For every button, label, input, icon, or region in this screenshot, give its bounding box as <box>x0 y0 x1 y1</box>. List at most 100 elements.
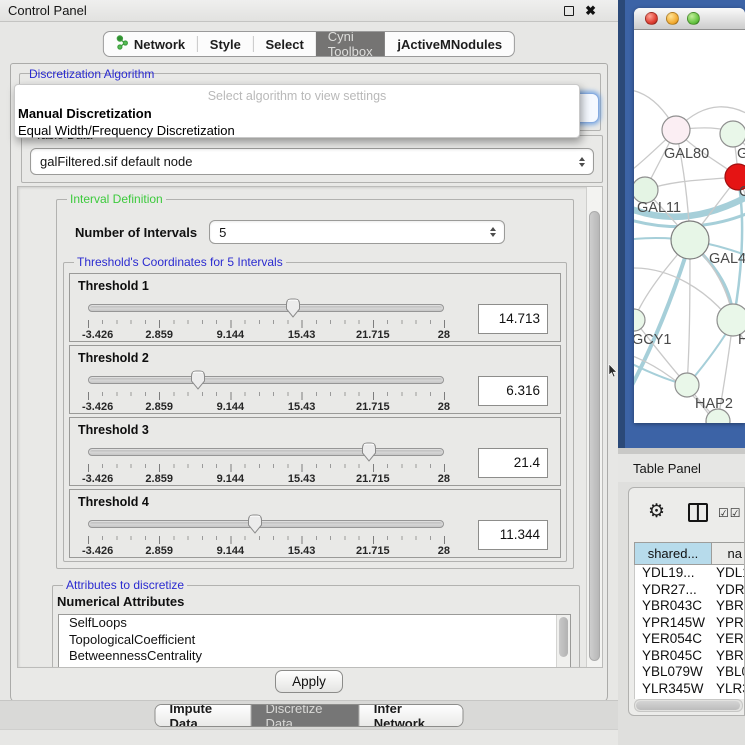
algorithm-dropdown-popup: Select algorithm to view settings Manual… <box>14 84 580 138</box>
table-row[interactable]: YPR145WYPR1 <box>635 615 744 632</box>
threshold-slider[interactable]: -3.4262.8599.14415.4321.71528 <box>88 442 444 484</box>
cell-name: YDL1 <box>712 565 744 582</box>
panel-vertical-scrollbar[interactable] <box>586 187 602 667</box>
cell-shared-name: YBR043C <box>635 598 712 615</box>
table-row[interactable]: YBR043CYBR0 <box>635 598 744 615</box>
close-traffic-light-icon[interactable] <box>645 12 658 25</box>
column-header-name[interactable]: na <box>712 543 744 564</box>
select-columns-icon[interactable]: ☑☑ <box>718 506 742 520</box>
close-icon[interactable]: ✖ <box>585 6 596 16</box>
threshold-value-field[interactable]: 11.344 <box>478 520 548 550</box>
attributes-group-label: Attributes to discretize <box>63 578 187 592</box>
node-label: H <box>738 332 745 348</box>
table-row[interactable]: YBR045CYBR0 <box>635 648 744 665</box>
list-scrollbar[interactable] <box>556 615 570 667</box>
threshold-value-field[interactable]: 6.316 <box>478 376 548 406</box>
slider-scale-label: -3.426 <box>82 401 113 413</box>
tab-label: Select <box>265 37 303 52</box>
cell-shared-name: YPR145W <box>635 615 712 632</box>
dropdown-option-equal-width[interactable]: Equal Width/Frequency Discretization <box>15 121 579 138</box>
columns-icon[interactable] <box>688 503 708 522</box>
slider-track[interactable] <box>88 304 444 312</box>
column-header-shared-name[interactable]: shared... <box>635 543 712 564</box>
node-top-right[interactable] <box>720 121 745 147</box>
tab-jactivemnodules[interactable]: jActiveMNodules <box>385 32 514 56</box>
dropdown-option-manual[interactable]: Manual Discretization <box>15 103 579 121</box>
interval-definition-group: Interval Definition Number of Intervals … <box>56 199 574 569</box>
tab-style[interactable]: Style <box>198 32 253 56</box>
combo-arrows-icon <box>579 157 585 167</box>
cell-name: YBR0 <box>712 598 744 615</box>
slider-handle[interactable] <box>361 442 377 462</box>
slider-scale-label: 2.859 <box>145 329 173 341</box>
attributes-group: Attributes to discretize Numerical Attri… <box>52 585 580 668</box>
slider-scale-label: 28 <box>438 329 450 341</box>
bottom-tab-discretize-data[interactable]: Discretize Data <box>250 705 358 726</box>
number-of-intervals-combobox[interactable]: 5 <box>209 220 505 244</box>
cell-shared-name: YDR27... <box>635 582 712 599</box>
gear-icon[interactable]: ⚙ <box>648 500 665 523</box>
slider-track[interactable] <box>88 376 444 384</box>
slider-scale-label: 9.144 <box>217 545 245 557</box>
attribute-item[interactable]: SelfLoops <box>59 615 570 632</box>
numerical-attributes-list[interactable]: SelfLoopsTopologicalCoefficientBetweenne… <box>58 614 571 668</box>
attribute-item[interactable]: TopologicalCoefficient <box>59 632 570 649</box>
slider-scale-label: 28 <box>438 545 450 557</box>
network-window-titlebar <box>634 8 745 30</box>
settings-scroll-panel: Interval Definition Number of Intervals … <box>17 186 603 668</box>
slider-track[interactable] <box>88 520 444 528</box>
table-row[interactable]: YLR345WYLR3 <box>635 681 744 698</box>
tab-network[interactable]: Network <box>104 32 197 56</box>
table-data-combobox[interactable]: galFiltered.sif default node <box>30 148 594 175</box>
threshold-slider[interactable]: -3.4262.8599.14415.4321.71528 <box>88 298 444 340</box>
zoom-traffic-light-icon[interactable] <box>687 12 700 25</box>
node-gcy1[interactable] <box>634 309 645 331</box>
cell-shared-name: YDL19... <box>635 565 712 582</box>
cell-name: YDR2 <box>712 582 744 599</box>
bottom-tab-infer-network[interactable]: Infer Network <box>359 705 463 726</box>
node-gal80[interactable] <box>662 116 690 144</box>
table-row[interactable]: YER054CYER0 <box>635 631 744 648</box>
control-panel-titlebar: Control Panel ✖ <box>0 0 618 22</box>
slider-scale-label: 9.144 <box>217 401 245 413</box>
table-horizontal-scrollbar[interactable] <box>634 699 743 712</box>
slider-track[interactable] <box>88 448 444 456</box>
cyni-toolbox-panel: Discretization Algorithm Select algorith… <box>10 63 608 703</box>
tab-cyni-toolbox[interactable]: Cyni Toolbox <box>316 32 386 56</box>
cell-shared-name: YER054C <box>635 631 712 648</box>
slider-handle[interactable] <box>247 514 263 534</box>
table-row[interactable]: YDL19...YDL1 <box>635 565 744 582</box>
float-window-icon[interactable] <box>564 6 574 16</box>
slider-scale-label: 15.43 <box>288 545 316 557</box>
bottom-tab-impute-data[interactable]: Impute Data <box>156 705 251 726</box>
threshold-slider[interactable]: -3.4262.8599.14415.4321.71528 <box>88 514 444 556</box>
control-panel-window: Control Panel ✖ NetworkStyle Select Cyni T… <box>0 0 618 745</box>
discretization-algorithm-label: Discretization Algorithm <box>29 67 154 81</box>
node-label: GAL4 <box>709 251 745 267</box>
apply-button[interactable]: Apply <box>275 670 343 693</box>
network-graph[interactable]: GAL80 GA C GAL11 GAL4 GCY1 H HAP2 <box>634 30 745 423</box>
threshold-value-field[interactable]: 14.713 <box>478 304 548 334</box>
cell-name: YPR1 <box>712 615 744 632</box>
node-hap2[interactable] <box>675 373 699 397</box>
tab-bar: NetworkStyle Select Cyni ToolboxjActiveMNo… <box>103 31 515 57</box>
threshold-panel-2: Threshold 2-3.4262.8599.14415.4321.71528… <box>69 345 561 414</box>
network-view-window[interactable]: GAL80 GA C GAL11 GAL4 GCY1 H HAP2 <box>634 8 745 423</box>
slider-handle[interactable] <box>190 370 206 390</box>
dropdown-hint: Select algorithm to view settings <box>15 85 579 103</box>
threshold-panel-3: Threshold 3-3.4262.8599.14415.4321.71528… <box>69 417 561 486</box>
slider-scale-label: -3.426 <box>82 545 113 557</box>
attribute-item[interactable]: BetweennessCentrality <box>59 648 570 665</box>
slider-ticks <box>88 392 445 400</box>
threshold-slider[interactable]: -3.4262.8599.14415.4321.71528 <box>88 370 444 412</box>
table-row[interactable]: YBL079WYBL0 <box>635 664 744 681</box>
table-row[interactable]: YDR27...YDR2 <box>635 582 744 599</box>
minimize-traffic-light-icon[interactable] <box>666 12 679 25</box>
node-gal4[interactable] <box>671 221 709 259</box>
slider-scale-label: 21.715 <box>356 329 390 341</box>
slider-handle[interactable] <box>285 298 301 318</box>
window-title: Control Panel <box>0 3 87 18</box>
tab-select[interactable]: Select <box>253 32 315 56</box>
threshold-value-field[interactable]: 21.4 <box>478 448 548 478</box>
network-icon <box>116 35 129 53</box>
